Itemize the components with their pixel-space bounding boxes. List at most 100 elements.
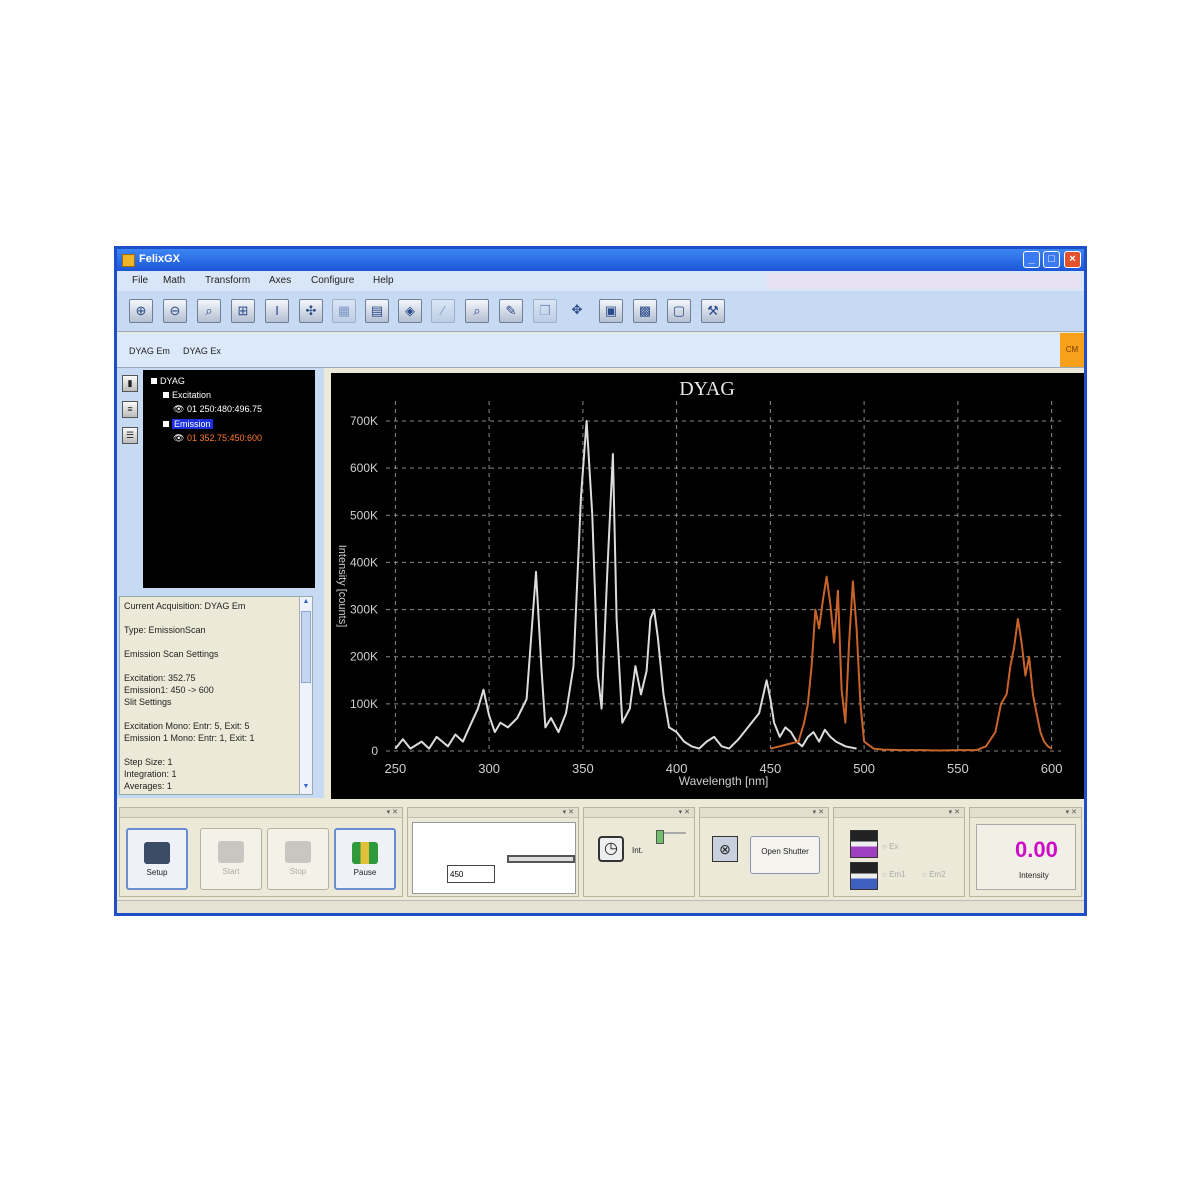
wavelength-panel: ▾ ✕ bbox=[407, 807, 579, 897]
info-scrollbar[interactable]: ▲ ▼ bbox=[299, 597, 312, 794]
menu-axes[interactable]: Axes bbox=[269, 275, 291, 286]
shutter-icon: ⊗ bbox=[712, 836, 738, 862]
spectrum-plot[interactable]: 250 300 350 400 450 500 550 600 0 100K 200K 300K 400… bbox=[331, 373, 1084, 799]
acquisition-info: Current Acquisition: DYAG Em Type: Emiss… bbox=[119, 596, 313, 795]
dataset-bar: DYAG Em DYAG Ex CM bbox=[117, 333, 1084, 368]
open-shutter-button[interactable]: Open Shutter bbox=[750, 836, 820, 874]
x-axis-label: Wavelength [nm] bbox=[679, 774, 769, 788]
menu-file[interactable]: File bbox=[132, 275, 148, 286]
wavelength-input[interactable] bbox=[447, 865, 495, 883]
tree-emission-trace[interactable]: 👁 01 352.75:450:600 bbox=[173, 433, 262, 444]
fan-icon[interactable]: ✣ bbox=[299, 299, 323, 323]
x-tick-label: 500 bbox=[853, 761, 875, 776]
grid-icon[interactable]: ▦ bbox=[332, 299, 356, 323]
acquisition-panel: ▾ ✕ Setup Start Stop Pause bbox=[119, 807, 403, 897]
list-mode-icon[interactable]: ≡ bbox=[122, 401, 138, 418]
dataset-tree: DYAG Excitation 👁 01 250:480:496.75 Emis… bbox=[143, 370, 315, 588]
tree-excitation[interactable]: Excitation bbox=[163, 390, 211, 400]
color-chart-icon[interactable]: ▩ bbox=[633, 299, 657, 323]
copy-icon[interactable]: ❐ bbox=[533, 299, 557, 323]
info-line: Averages: 1 bbox=[124, 781, 172, 791]
emission-mono-icon bbox=[850, 862, 878, 890]
menu-math[interactable]: Math bbox=[163, 275, 185, 286]
pause-icon bbox=[352, 842, 378, 864]
menu-help[interactable]: Help bbox=[373, 275, 394, 286]
ex-radio[interactable]: ○ Ex bbox=[882, 842, 898, 851]
app-icon bbox=[122, 254, 135, 267]
window-title: FelixGX bbox=[139, 253, 180, 265]
info-line: Excitation: 352.75 bbox=[124, 673, 196, 683]
start-icon bbox=[218, 841, 244, 863]
toolbar: ⊕ ⊖ ⌕ ⊞ Ι ✣ ▦ ▤ ◈ ⁄ ⌕ ✎ ❐ ✥ ▣ ▩ ▢ ⚒ bbox=[117, 291, 1084, 332]
chart-svg[interactable]: 250 300 350 400 450 500 550 6000100K200K300K400… bbox=[331, 373, 1084, 799]
control-bar: ▾ ✕ Setup Start Stop Pause ▾ ✕ 450 ▾ ✕ ◷… bbox=[117, 801, 1084, 913]
palette-icon[interactable]: ◈ bbox=[398, 299, 422, 323]
em2-radio[interactable]: ○ Em2 bbox=[922, 870, 946, 879]
excitation-mono-icon bbox=[850, 830, 878, 858]
y-tick-label: 300K bbox=[350, 603, 378, 617]
info-line: Step Size: 1 bbox=[124, 757, 173, 767]
maximize-button[interactable]: □ bbox=[1043, 251, 1060, 268]
scroll-up-icon[interactable]: ▲ bbox=[301, 598, 311, 608]
menu-bar: File Math Transform Axes Configure Help bbox=[117, 271, 1084, 291]
menu-transform[interactable]: Transform bbox=[205, 275, 250, 286]
wavelength-slider[interactable] bbox=[507, 855, 575, 863]
line-icon[interactable]: ⁄ bbox=[431, 299, 455, 323]
stop-button[interactable]: Stop bbox=[267, 828, 329, 890]
title-bar[interactable]: FelixGX _ □ × bbox=[117, 249, 1084, 271]
view-mode-icon[interactable]: ▮ bbox=[122, 375, 138, 392]
fit-icon[interactable]: ⊞ bbox=[231, 299, 255, 323]
frame-icon[interactable]: ▢ bbox=[667, 299, 691, 323]
y-tick-label: 200K bbox=[350, 650, 378, 664]
tree-root[interactable]: DYAG bbox=[151, 376, 185, 386]
info-line: Emission Scan Settings bbox=[124, 649, 219, 659]
dataset-tab-em[interactable]: DYAG Em bbox=[129, 346, 170, 356]
shutter-panel: ▾ ✕ ⊗ Open Shutter bbox=[699, 807, 829, 897]
scroll-down-icon[interactable]: ▼ bbox=[301, 783, 311, 793]
tree-emission[interactable]: Emission bbox=[163, 419, 213, 429]
move-icon[interactable]: ✥ bbox=[565, 299, 589, 323]
scroll-thumb[interactable] bbox=[301, 611, 311, 683]
y-tick-label: 0 bbox=[371, 744, 378, 758]
details-mode-icon[interactable]: ☰ bbox=[122, 427, 138, 444]
y-tick-label: 500K bbox=[350, 508, 378, 522]
x-tick-label: 350 bbox=[572, 761, 594, 776]
minimize-button[interactable]: _ bbox=[1023, 251, 1040, 268]
zoom-in-icon[interactable]: ⊕ bbox=[129, 299, 153, 323]
left-panel: ▮ ≡ ☰ DYAG Excitation 👁 01 250:480:496.7… bbox=[117, 368, 324, 798]
status-bar bbox=[117, 900, 1084, 913]
x-tick-label: 250 bbox=[385, 761, 407, 776]
tools-icon[interactable]: ⚒ bbox=[701, 299, 725, 323]
image-icon[interactable]: ▣ bbox=[599, 299, 623, 323]
clock-icon[interactable]: ◷ bbox=[598, 836, 624, 862]
y-tick-label: 100K bbox=[350, 697, 378, 711]
dataset-tab-ex[interactable]: DYAG Ex bbox=[183, 346, 221, 356]
integration-panel: ▾ ✕ ◷ Int. bbox=[583, 807, 695, 897]
y-axis-label: Intensity [counts] bbox=[336, 545, 348, 628]
magnify-icon[interactable]: ⌕ bbox=[197, 299, 221, 323]
int-slider-thumb[interactable] bbox=[656, 830, 664, 844]
y-tick-label: 700K bbox=[350, 414, 378, 428]
search-icon[interactable]: ⌕ bbox=[465, 299, 489, 323]
zoom-out-icon[interactable]: ⊖ bbox=[163, 299, 187, 323]
close-button[interactable]: × bbox=[1064, 251, 1081, 268]
table-icon[interactable]: ▤ bbox=[365, 299, 389, 323]
info-line: Integration: 1 bbox=[124, 769, 177, 779]
int-label: Int. bbox=[632, 846, 644, 855]
em1-radio[interactable]: ○ Em1 bbox=[882, 870, 906, 879]
y-tick-label: 400K bbox=[350, 555, 378, 569]
pause-button[interactable]: Pause bbox=[334, 828, 396, 890]
info-line: Excitation Mono: Entr: 5, Exit: 5 bbox=[124, 721, 250, 731]
pan-vertical-icon[interactable]: Ι bbox=[265, 299, 289, 323]
menu-configure[interactable]: Configure bbox=[311, 275, 354, 286]
cm-badge[interactable]: CM bbox=[1060, 333, 1084, 367]
intensity-label: Intensity bbox=[1019, 871, 1049, 880]
setup-button[interactable]: Setup bbox=[126, 828, 188, 890]
tree-excitation-trace[interactable]: 👁 01 250:480:496.75 bbox=[173, 404, 262, 415]
info-line: Current Acquisition: DYAG Em bbox=[124, 601, 246, 611]
x-tick-label: 600 bbox=[1041, 761, 1063, 776]
setup-icon bbox=[144, 842, 170, 864]
edit-icon[interactable]: ✎ bbox=[499, 299, 523, 323]
start-button[interactable]: Start bbox=[200, 828, 262, 890]
client-area: File Math Transform Axes Configure Help … bbox=[117, 271, 1084, 913]
